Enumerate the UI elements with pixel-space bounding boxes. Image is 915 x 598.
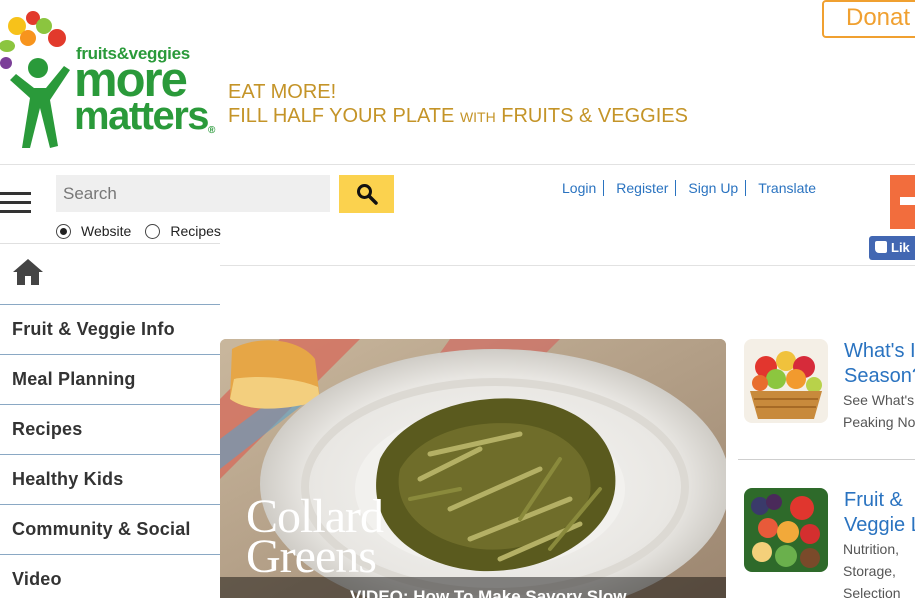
nav-item-meal-planning[interactable]: Meal Planning — [0, 355, 220, 405]
card-description: See What's Peaking No — [843, 392, 915, 430]
search-input[interactable] — [56, 175, 330, 212]
card-divider — [738, 459, 915, 460]
radio-recipes-label: Recipes — [170, 223, 221, 239]
site-logo[interactable]: fruits&veggies more matters® — [0, 8, 218, 153]
tagline-line-2: FILL HALF YOUR PLATE WITH FRUITS & VEGGI… — [228, 105, 688, 127]
hero-caption[interactable]: VIDEO: How To Make Savory Slow — [220, 577, 726, 598]
register-link[interactable]: Register — [616, 180, 668, 196]
tagline-line-1: EAT MORE! — [228, 81, 337, 103]
search-icon — [356, 184, 378, 205]
thumbs-up-icon — [875, 241, 887, 253]
nav-item-healthy-kids[interactable]: Healthy Kids — [0, 455, 220, 505]
facebook-like-button[interactable]: Lik — [869, 236, 915, 260]
user-links: Login Register Sign Up Translate — [562, 180, 816, 196]
produce-assortment-image — [744, 488, 828, 572]
login-link[interactable]: Login — [562, 180, 596, 196]
hamburger-menu-icon[interactable] — [0, 192, 32, 218]
radio-website-label: Website — [81, 223, 132, 239]
nav-item-recipes[interactable]: Recipes — [0, 405, 220, 455]
card-title[interactable]: What's I Season? — [844, 339, 915, 389]
link-separator — [745, 180, 747, 196]
header-divider — [0, 164, 915, 165]
link-separator — [675, 180, 677, 196]
orange-widget-button[interactable] — [890, 175, 915, 229]
search-button[interactable] — [339, 175, 394, 213]
card-title[interactable]: Fruit & Veggie L — [844, 488, 915, 538]
sidebar-nav: Fruit & Veggie Info Meal Planning Recipe… — [0, 243, 220, 598]
translate-link[interactable]: Translate — [758, 180, 816, 196]
logo-text-matters: matters® — [74, 94, 215, 138]
radio-recipes[interactable] — [145, 223, 161, 239]
radio-website[interactable] — [56, 223, 71, 239]
donate-button[interactable]: Donat — [822, 0, 915, 38]
nav-item-video[interactable]: Video — [0, 555, 220, 598]
hero-slide[interactable]: Collard Greens VIDEO: How To Make Savory… — [220, 339, 726, 598]
home-icon — [13, 259, 43, 285]
content-divider — [220, 265, 915, 266]
card-fruit-veggie-list[interactable]: Fruit & Veggie L Nutrition, Storage, Sel… — [744, 488, 915, 598]
hero-title: Collard Greens — [246, 490, 384, 583]
card-description: Nutrition, Storage, Selection — [843, 541, 901, 598]
card-whats-in-season[interactable]: What's I Season? See What's Peaking No — [744, 339, 915, 439]
site-tagline: EAT MORE! FILL HALF YOUR PLATE WITH FRUI… — [228, 80, 688, 129]
fruit-basket-image — [744, 339, 828, 423]
logo-figure-icon — [0, 11, 70, 148]
nav-item-community-social[interactable]: Community & Social — [0, 505, 220, 555]
nav-item-home[interactable] — [0, 243, 220, 305]
nav-item-fruit-veggie-info[interactable]: Fruit & Veggie Info — [0, 305, 220, 355]
search-scope-options: Website Recipes — [56, 223, 235, 239]
sign-up-link[interactable]: Sign Up — [688, 180, 738, 196]
link-separator — [603, 180, 605, 196]
